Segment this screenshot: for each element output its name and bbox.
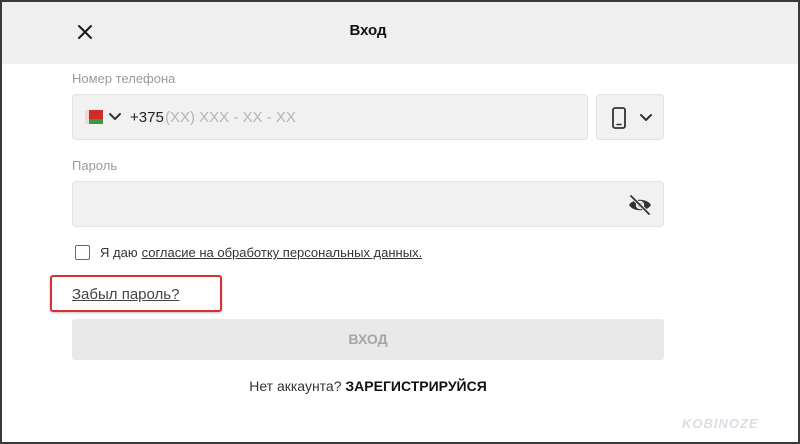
phone-input[interactable]: +375 (XX) XXX - XX - XX: [72, 94, 588, 140]
consent-row: Я даю согласие на обработку персональных…: [75, 245, 422, 260]
dialog-header: Вход: [2, 2, 798, 64]
consent-link[interactable]: согласие на обработку персональных данны…: [142, 245, 423, 260]
dialog-title: Вход: [349, 22, 387, 39]
register-row: Нет аккаунта? ЗАРЕГИСТРИРУЙСЯ: [2, 378, 734, 394]
consent-checkbox[interactable]: [75, 245, 90, 260]
register-prompt: Нет аккаунта?: [249, 378, 342, 394]
chevron-down-icon[interactable]: [108, 111, 122, 123]
consent-text: Я даю: [100, 245, 138, 260]
device-type-select[interactable]: [596, 94, 664, 140]
login-button[interactable]: ВХОД: [72, 319, 664, 360]
watermark-logo: KOBINOZE: [682, 416, 759, 431]
password-label: Пароль: [72, 158, 118, 173]
password-input[interactable]: [85, 182, 615, 226]
forgot-password-link[interactable]: Забыл пароль?: [72, 286, 179, 303]
login-dialog: Вход Номер телефона +375 (XX) XXX - XX -…: [0, 0, 800, 444]
chevron-down-icon: [640, 114, 652, 121]
phone-mask-placeholder[interactable]: (XX) XXX - XX - XX: [165, 109, 296, 126]
register-link[interactable]: ЗАРЕГИСТРИРУЙСЯ: [345, 378, 486, 394]
mobile-phone-icon: [612, 107, 626, 129]
password-field[interactable]: [72, 181, 664, 227]
phone-prefix: +375: [130, 109, 164, 126]
belarus-flag-icon[interactable]: [85, 110, 103, 124]
phone-label: Номер телефона: [72, 71, 176, 86]
eye-off-icon[interactable]: [627, 193, 653, 217]
